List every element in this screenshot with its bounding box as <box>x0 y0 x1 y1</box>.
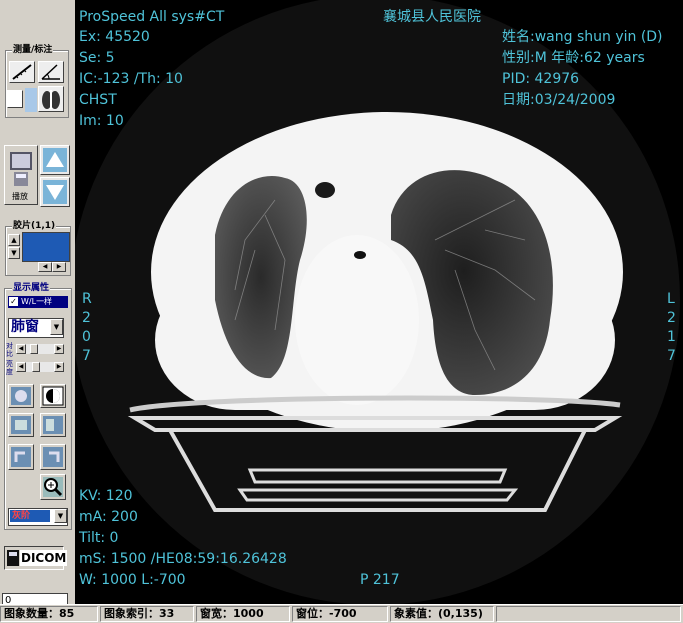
invert-icon[interactable] <box>40 384 66 408</box>
play-label: 播放 <box>12 192 28 201</box>
rotate-right-icon[interactable] <box>40 444 66 470</box>
brightness-left[interactable]: ◀ <box>16 362 26 372</box>
tilt-value: Tilt: 0 <box>79 530 119 546</box>
orientation-right-2: 1 <box>667 329 676 345</box>
window-level-value: W: 1000 L:-700 <box>79 572 186 588</box>
orientation-right-3: 7 <box>667 348 676 364</box>
zoom-region-icon[interactable] <box>8 384 34 408</box>
display-group-title: 显示属性 <box>12 283 51 293</box>
orientation-left-2: 0 <box>82 329 91 345</box>
same-wl-label: W/L一样 <box>21 297 53 306</box>
thickness-info: IC:-123 /Th: 10 <box>79 71 183 87</box>
brightness-slider[interactable]: ◀ ▶ <box>16 362 64 372</box>
orientation-right-1: 2 <box>667 310 676 326</box>
same-wl-checkbox[interactable]: ✓ W/L一样 <box>8 296 68 308</box>
chest-icon[interactable] <box>38 86 64 112</box>
contrast-thumb[interactable] <box>30 344 38 354</box>
checkbox-check-icon: ✓ <box>9 297 18 306</box>
film-spin-down[interactable]: ▼ <box>8 247 20 259</box>
status-pixel-value: 象素值：(0,135) <box>390 606 494 622</box>
patient-name: 姓名:wang shun yin (D) <box>502 29 663 45</box>
measure-group-title: 测量/标注 <box>12 45 54 55</box>
status-empty <box>496 606 681 622</box>
contrast-label: 对比 <box>6 342 13 358</box>
scanner-info: ProSpeed All sys#CT <box>79 9 225 25</box>
ruler-icon[interactable] <box>9 61 35 83</box>
series-number: Se: 5 <box>79 50 115 66</box>
patient-sex-age: 性别:M 年龄:62 years <box>502 50 645 66</box>
kv-value: KV: 120 <box>79 488 133 504</box>
chevron-down-icon[interactable]: ▼ <box>50 319 63 335</box>
angle-icon[interactable] <box>38 61 64 83</box>
ma-value: mA: 200 <box>79 509 138 525</box>
film-scroll-right[interactable]: ▶ <box>52 262 66 272</box>
prev-image-button[interactable] <box>40 145 70 175</box>
status-image-index: 图象索引：33 <box>100 606 194 622</box>
status-window-width: 窗宽：1000 <box>196 606 290 622</box>
patient-id: PID: 42976 <box>502 71 580 87</box>
orientation-left-0: R <box>82 291 92 307</box>
orientation-right-0: L <box>667 291 675 307</box>
status-window-level: 窗位：-700 <box>292 606 388 622</box>
dicom-label: DICOM <box>20 550 68 566</box>
rotate-left-icon[interactable] <box>8 444 34 470</box>
annotation-icon[interactable] <box>25 88 37 112</box>
play-button[interactable]: 播放 <box>4 145 38 205</box>
image-viewer[interactable]: ProSpeed All sys#CT Ex: 45520 Se: 5 IC:-… <box>75 0 683 604</box>
mediastinum <box>295 235 419 405</box>
film-preview[interactable] <box>22 232 70 262</box>
status-bar: 图象数量：85 图象索引：33 窗宽：1000 窗位：-700 象素值：(0,1… <box>0 604 683 623</box>
film-group-title: 胶片(1,1) <box>12 221 57 231</box>
body-part: CHST <box>79 92 117 108</box>
orientation-left-1: 2 <box>82 310 91 326</box>
film-scroll-left[interactable]: ◀ <box>38 262 52 272</box>
hospital-name: 襄城县人民医院 <box>383 9 481 25</box>
film-spin-up[interactable]: ▲ <box>8 234 20 246</box>
dicom-icon <box>7 550 19 566</box>
study-date: 日期:03/24/2009 <box>502 92 616 108</box>
dicom-button[interactable]: DICOM <box>4 546 68 570</box>
contrast-left[interactable]: ◀ <box>16 344 26 354</box>
window-preset-select[interactable]: 肺窗 ▼ <box>8 318 64 338</box>
colormap-value: 灰阶 <box>12 511 31 521</box>
rectangle-icon[interactable] <box>7 90 23 108</box>
exam-number: Ex: 45520 <box>79 29 150 45</box>
brightness-right[interactable]: ▶ <box>54 362 64 372</box>
window-preset-value: 肺窗 <box>11 319 39 335</box>
brightness-label: 亮度 <box>6 360 13 376</box>
ms-value: mS: 1500 /HE08:59:16.26428 <box>79 551 287 567</box>
flip-horizontal-icon[interactable] <box>8 413 34 437</box>
flip-vertical-icon[interactable] <box>40 413 66 437</box>
orientation-left-3: 7 <box>82 348 91 364</box>
colormap-chevron-down-icon[interactable]: ▼ <box>54 509 67 523</box>
position-value: P 217 <box>360 572 400 588</box>
contrast-right[interactable]: ▶ <box>54 344 64 354</box>
image-number: Im: 10 <box>79 113 124 129</box>
left-toolbar: 测量/标注 播放 胶片(1,1) ▲ ▼ ◀ ▶ 显示属性 ✓ W/L一样 肺窗… <box>0 0 75 609</box>
status-image-count: 图象数量：85 <box>0 606 98 622</box>
magnifier-icon[interactable] <box>40 474 66 500</box>
next-image-button[interactable] <box>40 177 70 207</box>
brightness-thumb[interactable] <box>32 362 40 372</box>
colormap-select[interactable]: 灰阶 ▼ <box>8 508 68 526</box>
contrast-slider[interactable]: ◀ ▶ <box>16 344 64 354</box>
